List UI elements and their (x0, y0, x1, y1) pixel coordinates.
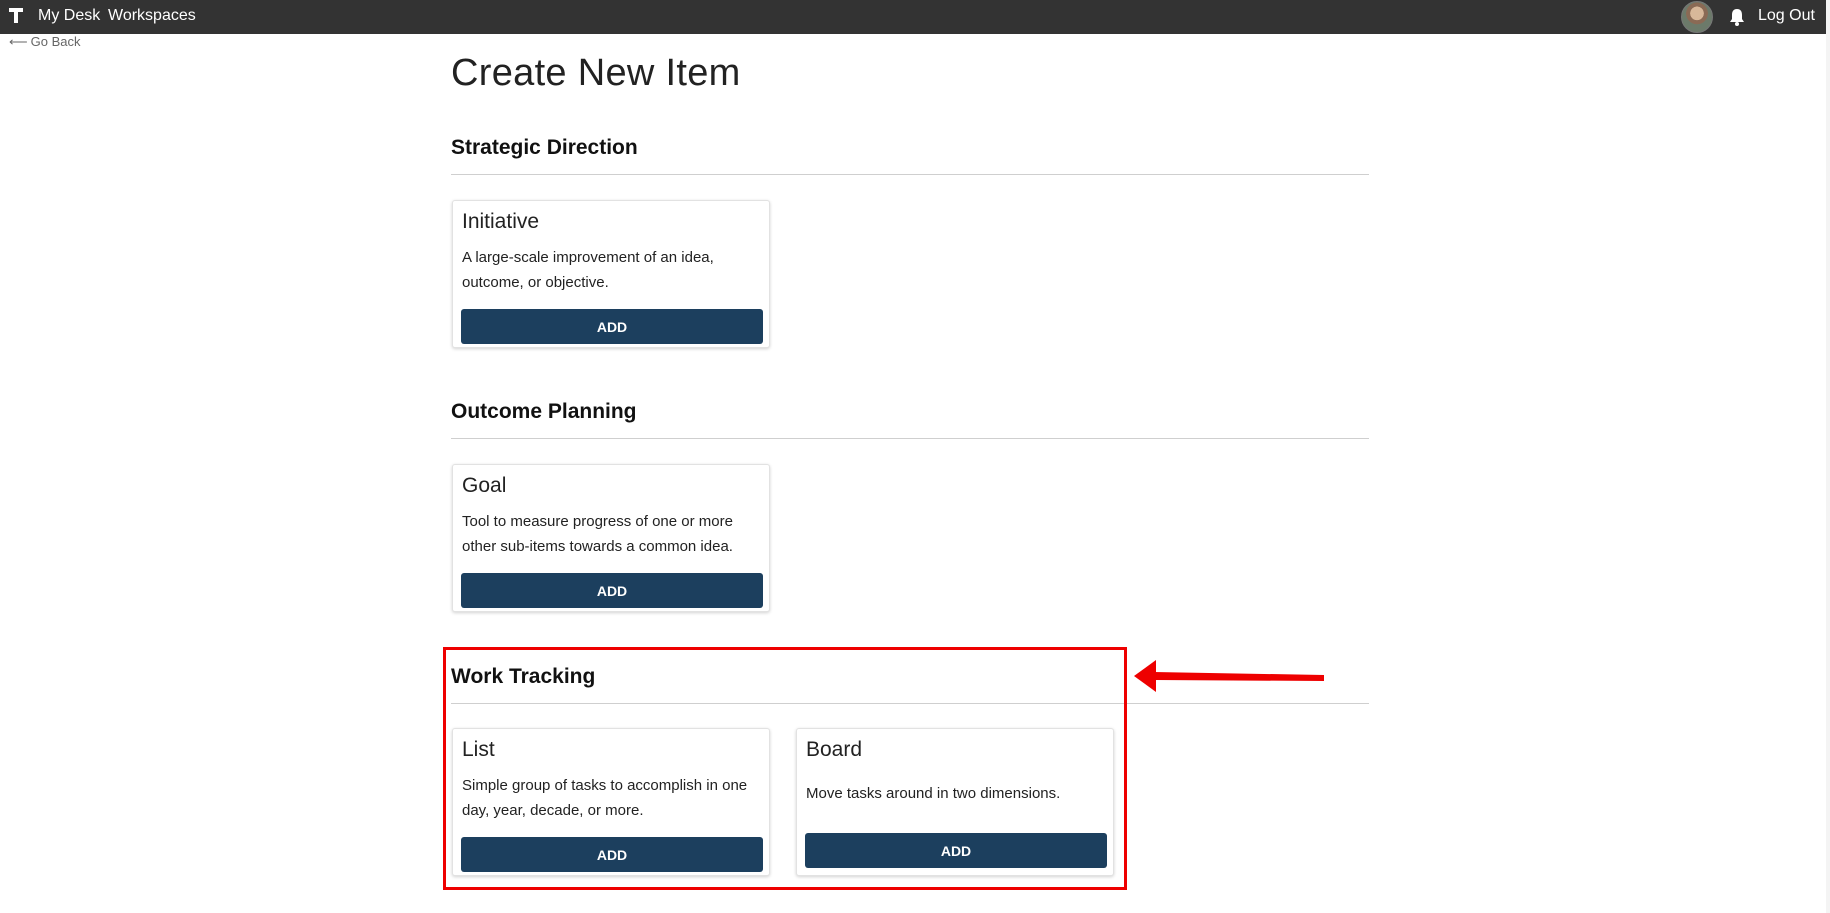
card-title: Goal (462, 474, 507, 497)
nav-workspaces[interactable]: Workspaces (108, 7, 196, 25)
go-back-label: Go Back (30, 34, 81, 49)
window-edge (1826, 0, 1830, 913)
app-logo-icon[interactable] (9, 5, 23, 27)
user-avatar[interactable] (1681, 1, 1713, 33)
section-title-outcome-planning: Outcome Planning (451, 400, 637, 423)
annotation-highlight-box (443, 647, 1127, 890)
add-initiative-button[interactable]: ADD (461, 309, 763, 344)
card-title: Initiative (462, 210, 540, 233)
top-navigation-bar: My Desk Workspaces Log Out (0, 0, 1830, 34)
go-back-link[interactable]: ⟵ Go Back (9, 34, 81, 50)
notifications-bell-icon[interactable] (1728, 7, 1746, 27)
section-divider (451, 438, 1369, 439)
section-divider (451, 174, 1369, 175)
logout-link[interactable]: Log Out (1758, 7, 1815, 25)
card-goal: Goal Tool to measure progress of one or … (452, 464, 770, 612)
add-goal-button[interactable]: ADD (461, 573, 763, 608)
section-title-strategic-direction: Strategic Direction (451, 136, 638, 159)
annotation-arrow-icon (1134, 660, 1324, 692)
card-initiative: Initiative A large-scale improvement of … (452, 200, 770, 348)
arrow-left-icon: ⟵ (9, 34, 28, 49)
card-description: A large-scale improvement of an idea, ou… (462, 249, 714, 291)
nav-my-desk[interactable]: My Desk (38, 7, 100, 25)
page-title: Create New Item (451, 52, 741, 94)
card-description: Tool to measure progress of one or more … (462, 513, 733, 555)
